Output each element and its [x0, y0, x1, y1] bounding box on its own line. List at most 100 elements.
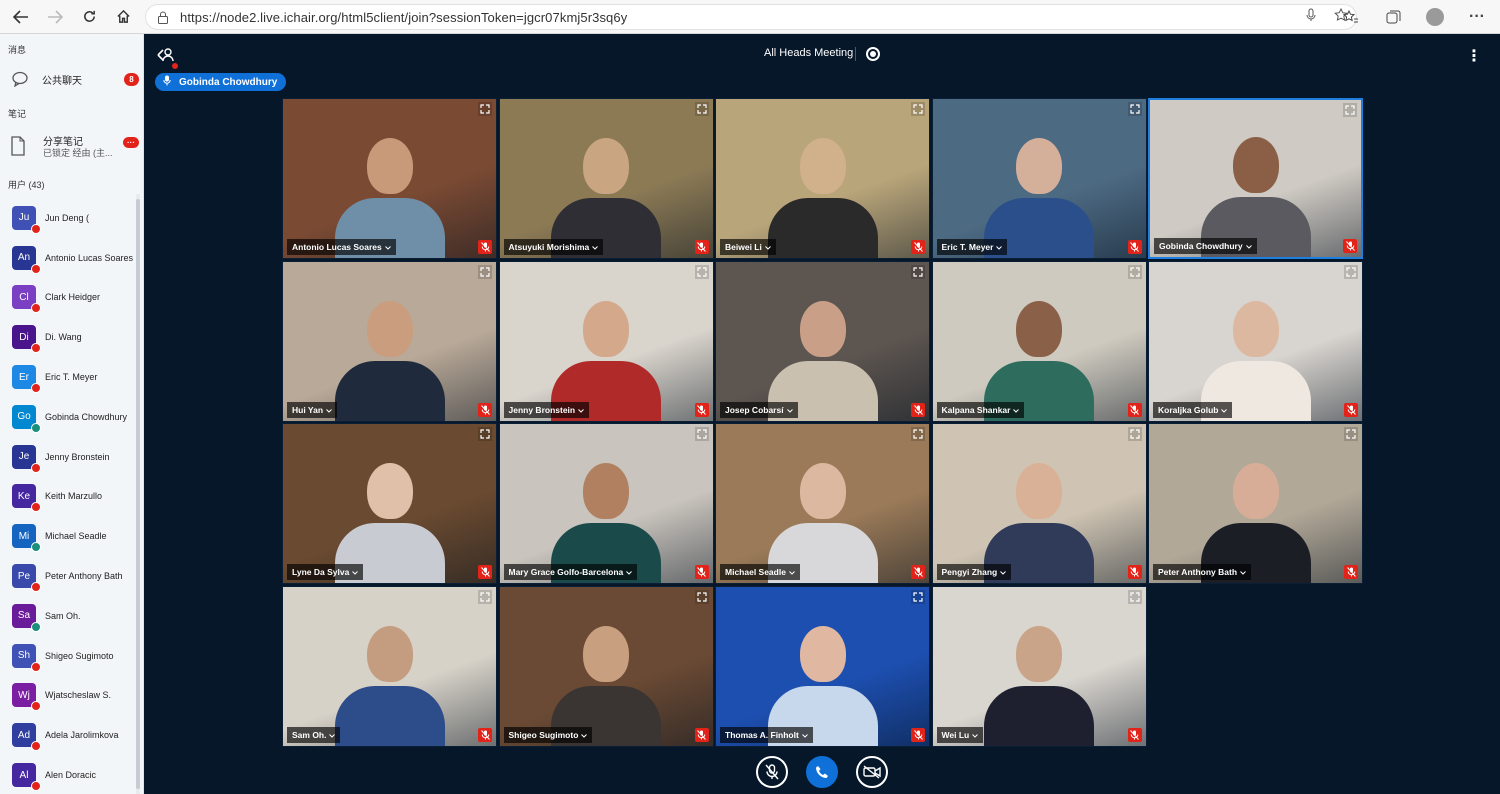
more-options-icon[interactable]: ···	[1464, 4, 1490, 30]
fullscreen-icon[interactable]	[478, 264, 492, 279]
user-list-item[interactable]: Ad Adela Jarolimkova	[0, 715, 140, 755]
user-list-item[interactable]: Je Jenny Bronstein	[0, 437, 140, 477]
fullscreen-icon[interactable]	[694, 264, 709, 279]
participant-nameplate[interactable]: Kalpana Shankar	[936, 401, 1025, 418]
fullscreen-icon[interactable]	[1127, 264, 1142, 279]
video-tile[interactable]: Antonio Lucas Soares	[282, 98, 497, 259]
participant-nameplate[interactable]: Sam Oh.	[287, 726, 341, 743]
video-tile[interactable]: Kalpana Shankar	[931, 260, 1147, 422]
share-webcam-button[interactable]	[856, 756, 888, 788]
video-tile[interactable]: Sam Oh.	[282, 585, 497, 747]
fullscreen-icon[interactable]	[694, 589, 709, 604]
participant-nameplate[interactable]: Thomas A. Finholt	[720, 726, 813, 743]
participant-nameplate[interactable]: Eric T. Meyer	[936, 239, 1008, 255]
video-tile[interactable]: Gobinda Chowdhury	[1148, 98, 1363, 259]
options-menu-icon[interactable]: ⋮	[1466, 46, 1482, 66]
video-feed	[499, 586, 713, 746]
user-list-item[interactable]: Sa Sam Oh.	[0, 596, 140, 636]
participant-head	[366, 463, 413, 519]
fullscreen-icon[interactable]	[1343, 103, 1357, 117]
fullscreen-icon[interactable]	[911, 427, 925, 441]
user-list-item[interactable]: An Antonio Lucas Soares	[0, 238, 140, 278]
user-list-item[interactable]: Go Gobinda Chowdhury	[0, 397, 140, 437]
leave-audio-button[interactable]	[806, 756, 838, 788]
address-bar[interactable]: https://node2.live.ichair.org/html5clien…	[145, 4, 1357, 30]
user-list-item[interactable]: Al Alen Doracic	[0, 755, 140, 794]
video-tile[interactable]: Peter Anthony Bath	[1148, 423, 1363, 584]
profile-icon[interactable]	[1422, 4, 1448, 30]
recording-icon[interactable]	[866, 47, 880, 61]
user-list-item[interactable]: Di Di. Wang	[0, 317, 140, 357]
video-tile[interactable]: Wei Lu	[931, 585, 1147, 747]
video-tile[interactable]: Thomas A. Finholt	[715, 585, 930, 747]
participant-nameplate[interactable]: Hui Yan	[287, 401, 338, 418]
video-tile[interactable]: Michael Seadle	[715, 423, 930, 584]
fullscreen-icon[interactable]	[911, 102, 925, 116]
participant-nameplate[interactable]: Koraljka Golub	[1153, 401, 1233, 418]
video-tile[interactable]: Mary Grace Golfo-Barcelona	[498, 423, 714, 584]
back-icon[interactable]	[4, 0, 38, 34]
forward-icon[interactable]	[38, 0, 72, 34]
participant-nameplate[interactable]: Peter Anthony Bath	[1153, 564, 1252, 580]
user-list-toggle-icon[interactable]	[157, 47, 178, 69]
user-list-item[interactable]: Cl Clark Heidger	[0, 278, 140, 318]
user-list-item[interactable]: Ke Keith Marzullo	[0, 477, 140, 517]
video-tile[interactable]: Atsuyuki Morishima	[498, 98, 714, 259]
user-list-item[interactable]: Sh Shigeo Sugimoto	[0, 636, 140, 676]
participant-body	[334, 360, 445, 421]
talking-indicator[interactable]: Gobinda Chowdhury	[155, 73, 287, 91]
participant-nameplate[interactable]: Gobinda Chowdhury	[1154, 238, 1257, 254]
participant-nameplate[interactable]: Josep Cobarsí	[720, 401, 798, 418]
browser-toolbar: https://node2.live.ichair.org/html5clien…	[0, 0, 1500, 34]
video-tile[interactable]: Josep Cobarsí	[715, 260, 930, 422]
video-tile[interactable]: Pengyi Zhang	[931, 423, 1147, 584]
participant-nameplate[interactable]: Atsuyuki Morishima	[503, 239, 604, 255]
participant-nameplate[interactable]: Michael Seadle	[720, 564, 800, 580]
participant-nameplate[interactable]: Antonio Lucas Soares	[287, 239, 396, 255]
user-list-item[interactable]: Wj Wjatscheslaw S.	[0, 676, 140, 716]
home-icon[interactable]	[106, 0, 140, 34]
mute-microphone-button[interactable]	[756, 756, 788, 788]
refresh-icon[interactable]	[72, 0, 106, 34]
fullscreen-icon[interactable]	[478, 589, 492, 604]
fullscreen-icon[interactable]	[911, 589, 925, 604]
fullscreen-icon[interactable]	[478, 427, 492, 441]
video-tile[interactable]: Koraljka Golub	[1148, 260, 1363, 422]
fullscreen-icon[interactable]	[1127, 102, 1142, 116]
video-tile[interactable]: Eric T. Meyer	[931, 98, 1147, 259]
favorites-icon[interactable]	[1338, 4, 1364, 30]
fullscreen-icon[interactable]	[1127, 589, 1142, 604]
avatar-initials: Ju	[18, 212, 30, 224]
participant-nameplate[interactable]: Pengyi Zhang	[936, 564, 1012, 580]
video-tile[interactable]: Beiwei Li	[715, 98, 930, 259]
participant-nameplate[interactable]: Wei Lu	[936, 726, 984, 743]
shared-notes-item[interactable]: 分享笔记 已锁定 经由 (主... ···	[0, 130, 143, 162]
video-tile[interactable]: Jenny Bronstein	[498, 260, 714, 422]
fullscreen-icon[interactable]	[478, 102, 492, 116]
user-list-item[interactable]: Ju Jun Deng (	[0, 198, 140, 238]
talking-name: Gobinda Chowdhury	[179, 76, 278, 88]
video-tile[interactable]: Shigeo Sugimoto	[498, 585, 714, 747]
user-list-item[interactable]: Mi Michael Seadle	[0, 516, 140, 556]
participant-nameplate[interactable]: Beiwei Li	[720, 239, 776, 255]
fullscreen-icon[interactable]	[911, 264, 925, 279]
participant-nameplate[interactable]: Shigeo Sugimoto	[503, 726, 593, 743]
avatar-initials: Cl	[19, 291, 29, 303]
user-list-item[interactable]: Er Eric T. Meyer	[0, 357, 140, 397]
user-list-item[interactable]: Pe Peter Anthony Bath	[0, 556, 140, 596]
participant-nameplate[interactable]: Jenny Bronstein	[503, 401, 590, 418]
microphone-icon[interactable]	[1306, 8, 1316, 25]
fullscreen-icon[interactable]	[694, 102, 709, 116]
video-tile[interactable]: Lyne Da Sylva	[282, 423, 497, 584]
participant-nameplate[interactable]: Lyne Da Sylva	[287, 564, 364, 580]
participant-head	[583, 138, 629, 194]
video-feed	[499, 261, 713, 421]
public-chat-item[interactable]: 公共聊天	[0, 68, 143, 90]
fullscreen-icon[interactable]	[1344, 427, 1358, 441]
video-tile[interactable]: Hui Yan	[282, 260, 497, 422]
collections-icon[interactable]	[1380, 4, 1406, 30]
fullscreen-icon[interactable]	[694, 427, 709, 441]
fullscreen-icon[interactable]	[1344, 264, 1358, 279]
fullscreen-icon[interactable]	[1127, 427, 1142, 441]
participant-nameplate[interactable]: Mary Grace Golfo-Barcelona	[503, 564, 638, 580]
